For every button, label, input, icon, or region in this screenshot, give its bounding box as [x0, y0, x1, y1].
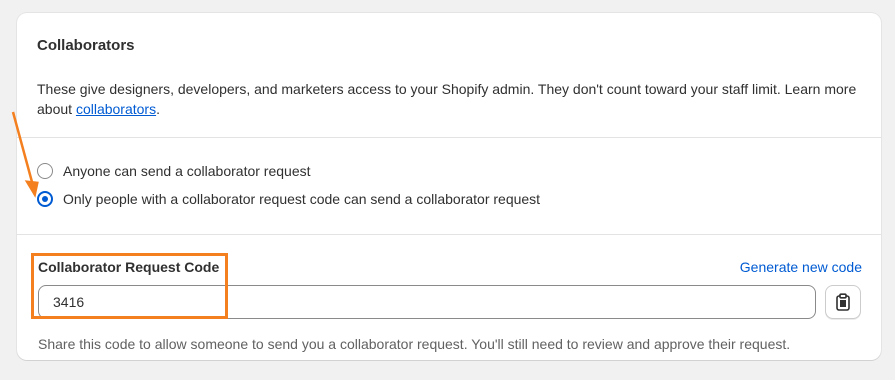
description-end: . [156, 101, 160, 117]
collaborators-link[interactable]: collaborators [76, 101, 156, 117]
radio-anyone[interactable] [37, 163, 53, 179]
collaborators-card: Collaborators These give designers, deve… [17, 13, 881, 360]
collaborators-header-section: Collaborators These give designers, deve… [17, 13, 881, 138]
request-code-label: Collaborator Request Code [38, 259, 220, 275]
request-code-section: Collaborator Request Code Generate new c… [17, 235, 881, 360]
card-title: Collaborators [37, 37, 135, 54]
radio-option-code-only[interactable]: Only people with a collaborator request … [37, 189, 540, 209]
radio-code-only-label: Only people with a collaborator request … [63, 191, 541, 207]
request-code-help-text: Share this code to allow someone to send… [38, 336, 791, 352]
request-permission-options: Anyone can send a collaborator request O… [17, 138, 881, 235]
card-description: These give designers, developers, and ma… [37, 79, 865, 119]
clipboard-icon [836, 293, 850, 311]
radio-anyone-label: Anyone can send a collaborator request [63, 163, 311, 179]
radio-code-only[interactable] [37, 191, 53, 207]
generate-new-code-link[interactable]: Generate new code [740, 259, 862, 275]
radio-option-anyone[interactable]: Anyone can send a collaborator request [37, 161, 311, 181]
copy-code-button[interactable] [825, 285, 861, 319]
request-code-input[interactable] [38, 285, 816, 319]
